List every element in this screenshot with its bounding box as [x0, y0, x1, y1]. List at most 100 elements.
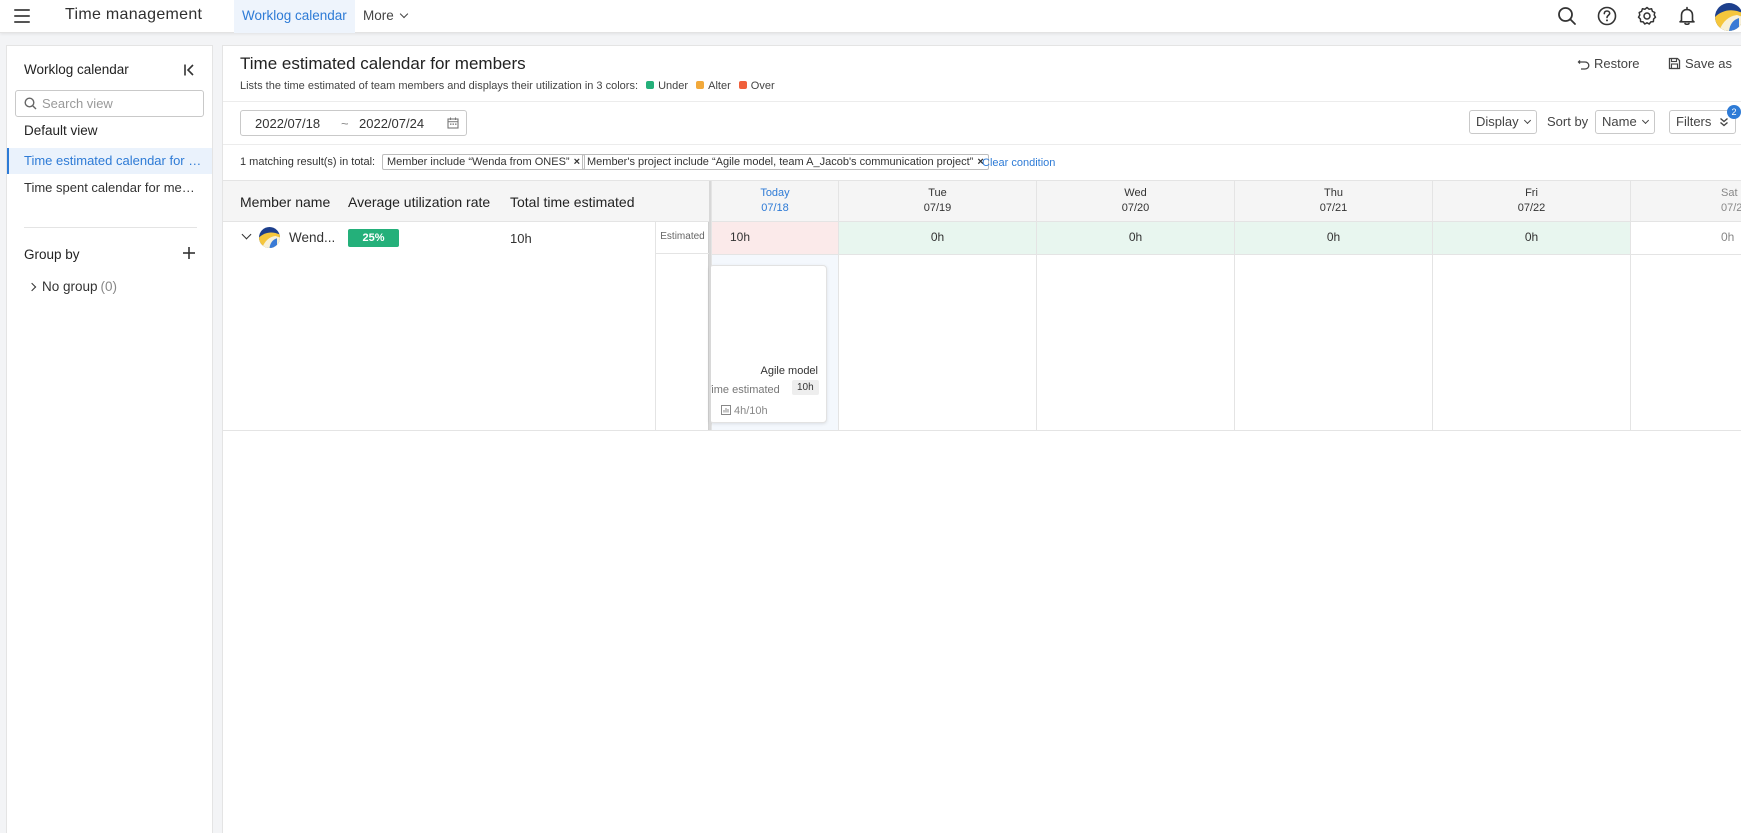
legend-under: Under — [658, 80, 689, 92]
header-average-utilization[interactable]: Average utilization rate — [348, 194, 490, 210]
tab-worklog-calendar[interactable]: Worklog calendar — [234, 0, 355, 33]
header-member-name[interactable]: Member name — [240, 194, 330, 210]
sidebar-divider — [24, 227, 197, 228]
display-label: Display — [1476, 114, 1519, 129]
group-count: (0) — [100, 279, 118, 294]
help-icon[interactable] — [1597, 6, 1617, 26]
day-body-thu — [1234, 255, 1432, 430]
condition-chip-project[interactable]: Member's project include “Agile model, t… — [582, 154, 989, 170]
member-name: Wend... — [289, 230, 336, 245]
day-body-fri — [1432, 255, 1630, 430]
condition-chip-member[interactable]: Member include “Wenda from ONES” × — [382, 154, 586, 170]
group-by-heading: Group by — [24, 247, 80, 262]
header-total-estimated[interactable]: Total time estimated — [510, 194, 635, 210]
filters-count-badge: 2 — [1727, 105, 1741, 119]
day-date: 07/18 — [761, 202, 789, 214]
tab-more-label: More — [363, 8, 394, 23]
chevron-right-icon — [27, 282, 37, 292]
task-progress-text: 4h/10h — [734, 405, 768, 417]
date-range-picker[interactable]: 2022/07/18 ~ 2022/07/24 — [240, 110, 467, 136]
utilization-badge: 25% — [348, 229, 399, 247]
day-body-sat — [1630, 255, 1741, 430]
page-description: Lists the time estimated of team members… — [240, 80, 775, 92]
display-dropdown[interactable]: Display — [1469, 110, 1537, 134]
page-title: Time estimated calendar for members — [240, 54, 526, 73]
filters-button[interactable]: Filters — [1669, 110, 1737, 134]
save-as-button[interactable]: Save as — [1668, 56, 1732, 71]
search-view-box — [15, 90, 204, 117]
save-icon — [1668, 57, 1681, 70]
save-as-label: Save as — [1685, 56, 1732, 71]
controls-divider — [223, 144, 1741, 145]
group-item-no-group[interactable]: No group (0) — [27, 279, 118, 294]
add-group-icon[interactable] — [182, 246, 196, 260]
day-cell-sat[interactable]: 0h — [1630, 222, 1741, 254]
day-cell-today[interactable]: 10h — [711, 222, 838, 254]
table-bottom-border — [223, 430, 1741, 431]
task-time-label: Time estimated — [709, 384, 780, 396]
day-cell-tue[interactable]: 0h — [838, 222, 1036, 254]
chevron-down-icon[interactable] — [241, 229, 252, 240]
day-header-today: Today 07/18 — [711, 181, 838, 221]
day-header-thu: Thu 07/21 — [1234, 181, 1432, 221]
day-name: Thu — [1324, 187, 1343, 199]
view-time-spent-calendar[interactable]: Time spent calendar for members — [7, 175, 212, 201]
sidebar: Worklog calendar Default view Time estim… — [6, 45, 213, 833]
avatar[interactable] — [1715, 3, 1741, 31]
day-body-wed — [1036, 255, 1234, 430]
day-header-fri: Fri 07/22 — [1432, 181, 1630, 221]
legend-over-swatch — [738, 81, 747, 89]
day-date: 07/22 — [1517, 202, 1546, 214]
task-time-value: 10h — [792, 380, 819, 395]
close-icon[interactable]: × — [574, 156, 580, 168]
day-header-tue: Tue 07/19 — [838, 181, 1036, 221]
bell-icon[interactable] — [1677, 6, 1697, 26]
menu-icon[interactable] — [14, 9, 30, 23]
default-view-heading: Default view — [24, 123, 98, 138]
day-body-tue — [838, 255, 1036, 430]
estimated-row-label: Estimated — [656, 222, 709, 254]
search-icon — [24, 97, 37, 110]
day-name: Fri — [1525, 187, 1538, 199]
search-view-input[interactable] — [42, 94, 197, 113]
day-cell-wed[interactable]: 0h — [1036, 222, 1234, 254]
total-estimated-value: 10h — [510, 231, 532, 246]
day-date: 07/23 — [1721, 202, 1741, 214]
restore-button[interactable]: Restore — [1577, 56, 1640, 71]
search-icon[interactable] — [1557, 6, 1577, 26]
filters-label: Filters — [1676, 114, 1712, 129]
task-progress: 4h/10h — [721, 405, 768, 417]
day-name: Today — [760, 187, 790, 199]
sort-value: Name — [1602, 114, 1637, 129]
day-date: 07/21 — [1319, 202, 1348, 214]
task-card[interactable]: Agile model Time estimated 10h 4h/10h — [709, 265, 827, 423]
restore-label: Restore — [1594, 56, 1640, 71]
view-time-estimated-calendar[interactable]: Time estimated calendar for members — [7, 148, 212, 174]
sort-dropdown[interactable]: Name — [1595, 110, 1655, 134]
day-header-wed: Wed 07/20 — [1036, 181, 1234, 221]
chart-icon — [721, 405, 731, 415]
legend-under-swatch — [646, 81, 655, 89]
estimated-label-column: Estimated — [655, 222, 709, 430]
settings-icon[interactable] — [1637, 6, 1657, 26]
table-row[interactable]: Wend... 25% 10h — [223, 222, 709, 254]
condition-chip-text: Member's project include “Agile model, t… — [587, 156, 974, 168]
chevron-down-icon — [1523, 116, 1531, 125]
restore-icon — [1577, 60, 1590, 70]
tab-more[interactable]: More — [355, 0, 415, 33]
description-text: Lists the time estimated of team members… — [240, 80, 639, 92]
legend-alter-swatch — [696, 81, 705, 89]
day-cell-thu[interactable]: 0h — [1234, 222, 1432, 254]
app-title: Time management — [65, 6, 203, 23]
day-cell-fri[interactable]: 0h — [1432, 222, 1630, 254]
date-start: 2022/07/18 — [255, 116, 321, 131]
collapse-sidebar-icon[interactable] — [183, 63, 197, 77]
top-bar: Time management Worklog calendar More — [0, 0, 1741, 33]
sidebar-title: Worklog calendar — [24, 62, 129, 77]
legend-alter: Alter — [708, 80, 731, 92]
group-label: No group — [42, 279, 98, 294]
main-panel: Time estimated calendar for members List… — [222, 45, 1741, 833]
clear-condition-link[interactable]: Clear condition — [982, 157, 1055, 169]
chevron-down-icon — [1641, 116, 1649, 125]
chevron-down-icon — [399, 9, 409, 19]
